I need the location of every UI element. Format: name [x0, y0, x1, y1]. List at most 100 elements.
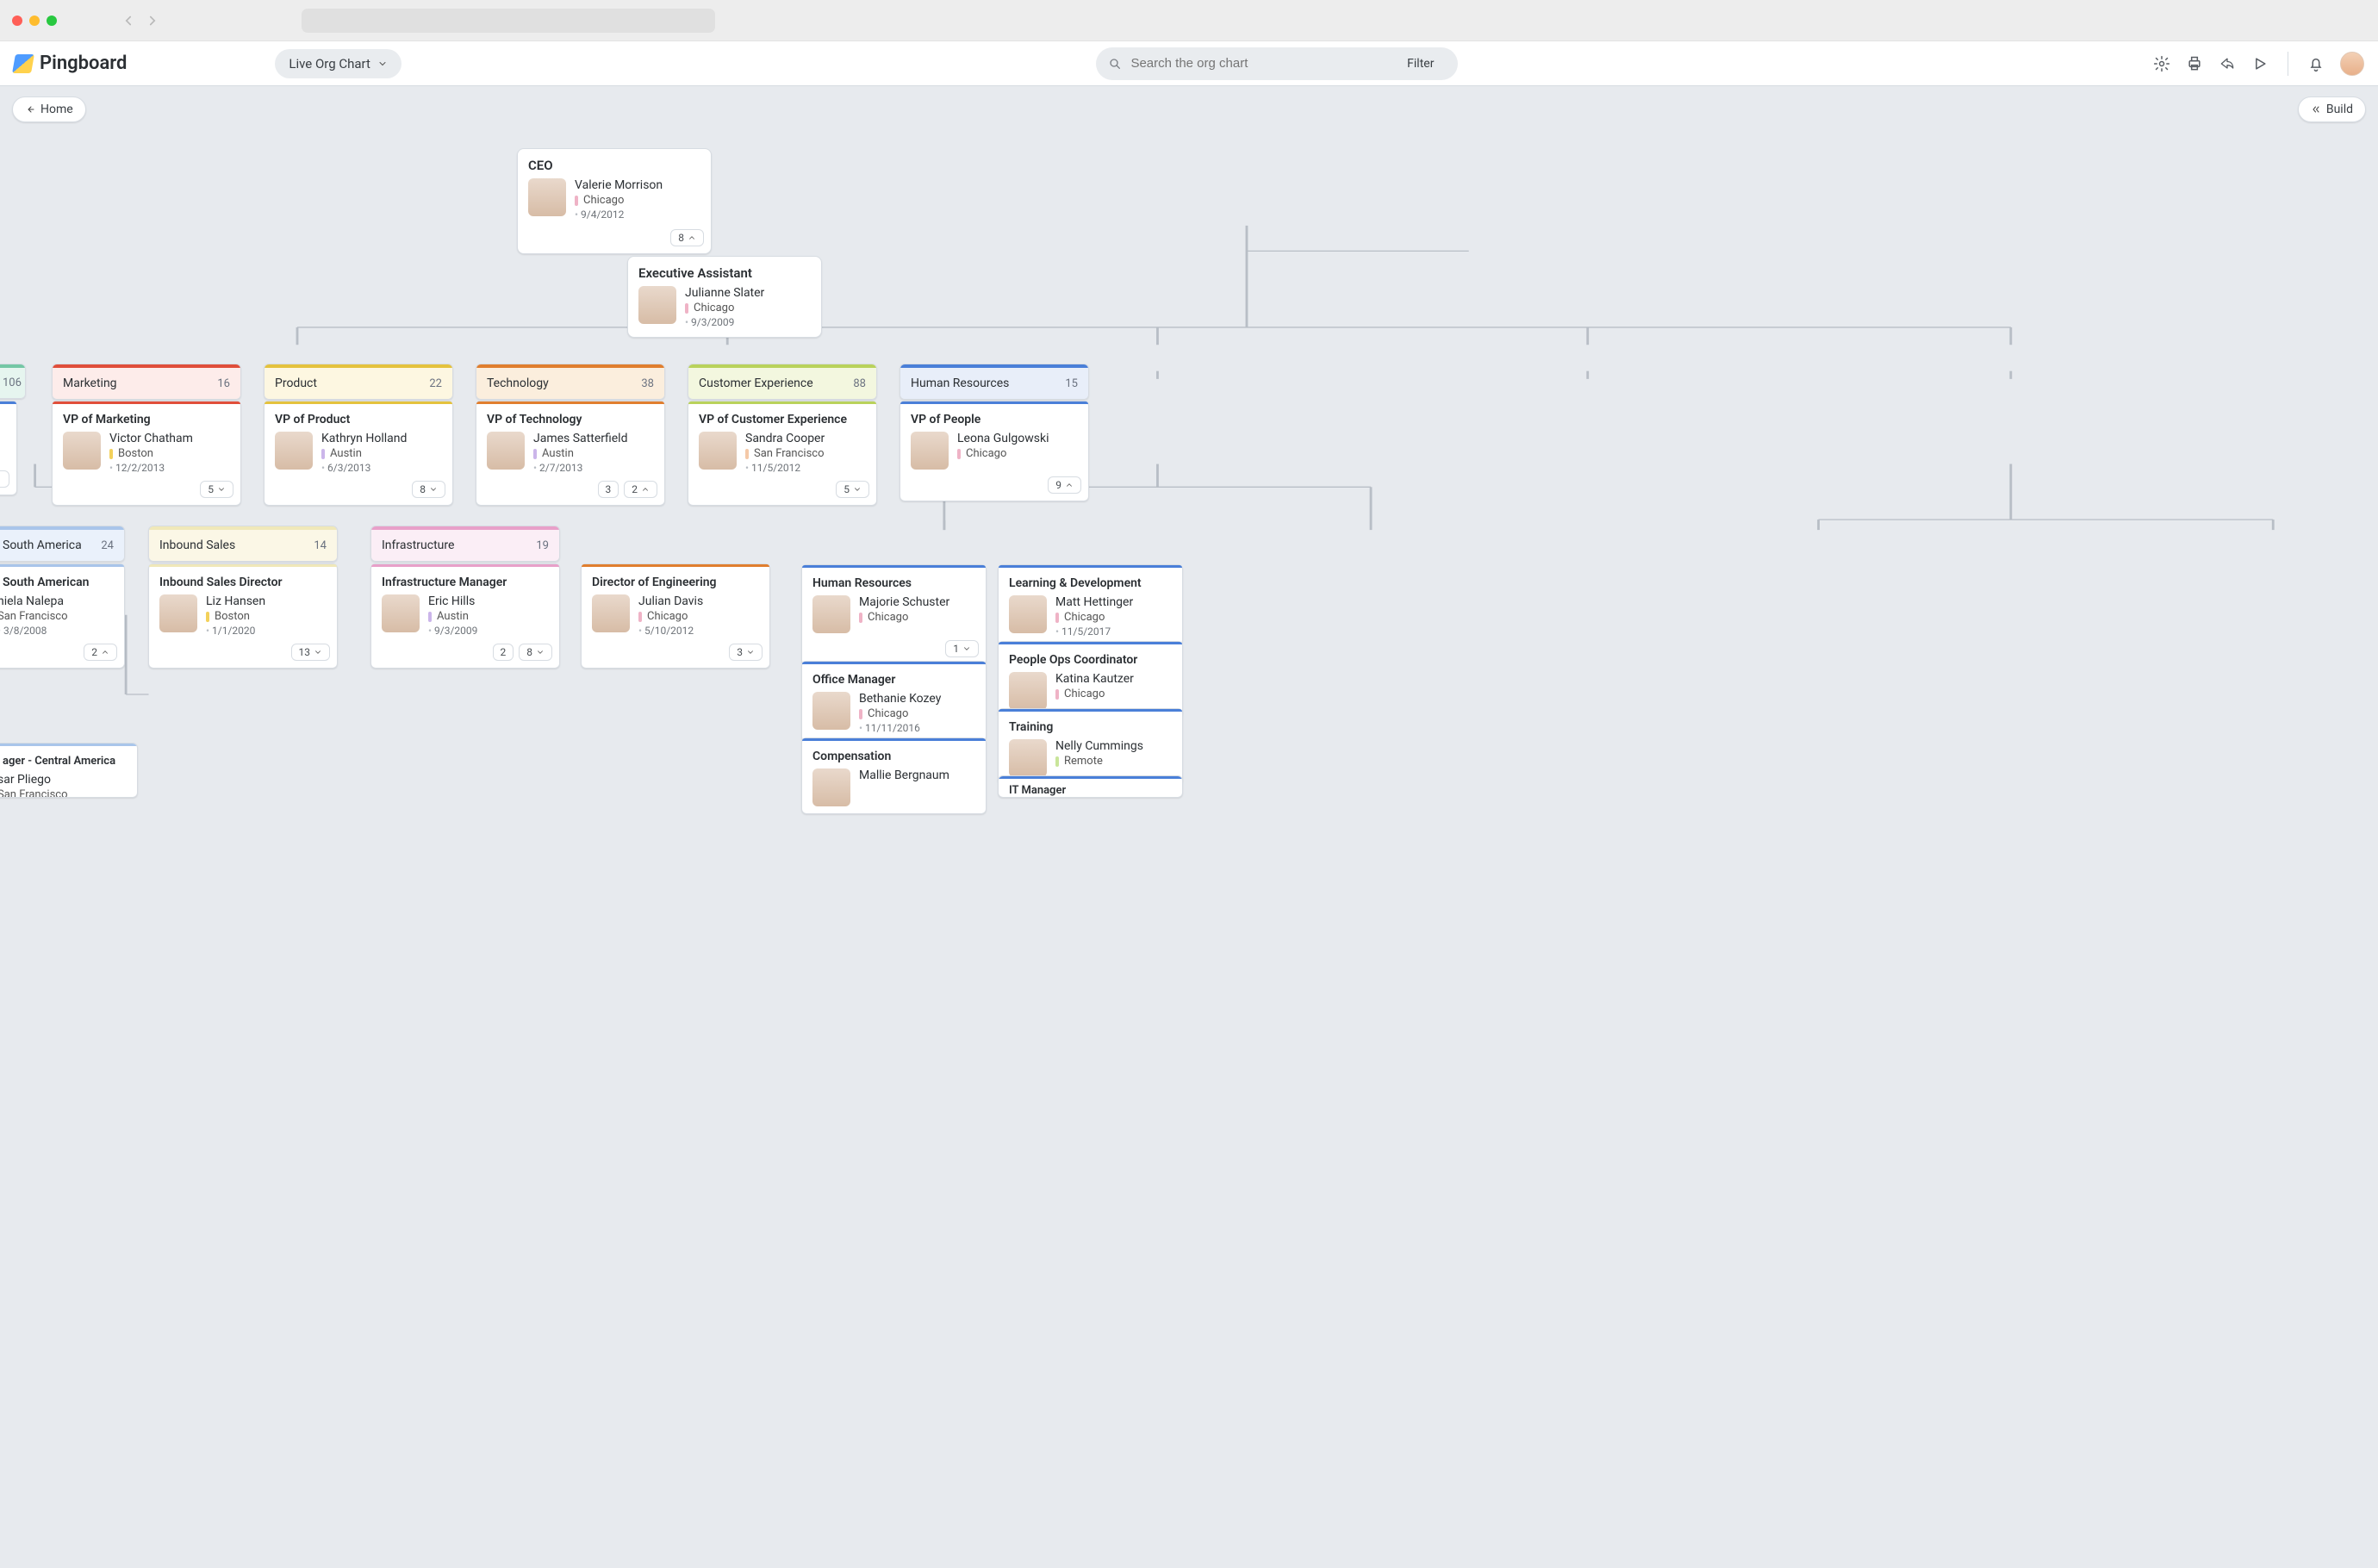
department-card-infrastructure[interactable]: Infrastructure19 — [370, 526, 560, 562]
person-card-vp-product[interactable]: VP of Product Kathryn Holland Austin 6/3… — [264, 401, 453, 506]
person-name: Matt Hettinger — [1055, 595, 1133, 609]
home-label: Home — [40, 103, 73, 116]
role-title: Infrastructure Manager — [371, 567, 559, 591]
gear-icon[interactable] — [2153, 55, 2170, 72]
orgchart-dropdown[interactable]: Live Org Chart — [275, 49, 402, 78]
person-card-dir-engineering[interactable]: Director of Engineering Julian Davis Chi… — [581, 563, 770, 669]
reports-toggle[interactable]: 5 — [200, 481, 233, 498]
orgchart-canvas[interactable]: CEO Valerie Morrison Chicago 9/4/2012 8 … — [0, 122, 2378, 837]
department-card-hr[interactable]: Human Resources 15 — [900, 364, 1089, 400]
brand[interactable]: Pingboard — [14, 53, 127, 74]
reports-toggle[interactable]: 3 — [729, 644, 763, 661]
person-card-vp-technology[interactable]: VP of Technology James Satterfield Austi… — [476, 401, 665, 506]
department-count: 24 — [101, 539, 114, 552]
person-location: Chicago — [966, 447, 1006, 460]
search-field[interactable]: Filter — [1096, 47, 1458, 80]
reports-toggle[interactable]: 1 — [945, 640, 979, 657]
reports-toggle[interactable]: 2 — [84, 644, 117, 661]
person-photo — [63, 432, 101, 470]
person-name: Eric Hills — [428, 594, 477, 608]
bell-icon[interactable] — [2307, 55, 2325, 72]
person-card-hr[interactable]: Human Resources Majorie Schuster Chicago… — [801, 564, 987, 665]
person-card-inbound-director[interactable]: Inbound Sales Director Liz Hansen Boston… — [148, 563, 338, 669]
role-title: Executive Assistant — [628, 257, 821, 283]
person-card-compensation[interactable]: Compensation Mallie Bergnaum — [801, 737, 987, 814]
department-count: 16 — [217, 377, 230, 390]
print-icon[interactable] — [2186, 55, 2203, 72]
department-count: 106 — [3, 376, 22, 389]
person-name: Katina Kautzer — [1055, 672, 1134, 686]
person-photo — [911, 432, 949, 470]
reports-toggle[interactable]: 4 — [0, 470, 9, 488]
reports-count: 13 — [299, 646, 311, 658]
play-icon[interactable] — [2251, 55, 2269, 72]
department-label: Human Resources — [911, 376, 1009, 390]
reports-toggle[interactable]: 2 — [624, 481, 657, 498]
person-card-learning-dev[interactable]: Learning & Development Matt Hettinger Ch… — [998, 564, 1183, 645]
reports-toggle[interactable]: 13 — [291, 644, 331, 661]
department-card-edge[interactable]: 106 — [0, 364, 26, 399]
extra-count[interactable]: 3 — [598, 481, 619, 498]
person-card-it-manager[interactable]: IT Manager — [998, 775, 1183, 798]
forward-icon[interactable] — [145, 13, 160, 28]
search-input[interactable] — [1125, 56, 1404, 71]
person-date: 6/3/2013 — [321, 462, 407, 474]
person-photo — [275, 432, 313, 470]
user-avatar[interactable] — [2340, 52, 2364, 76]
person-card-edge[interactable]: 4 — [0, 401, 17, 495]
person-card-central-america[interactable]: ager - Central America sar Pliego San Fr… — [0, 743, 138, 798]
person-photo — [699, 432, 737, 470]
chevron-down-icon — [429, 485, 438, 494]
reports-toggle[interactable]: 8 — [412, 481, 445, 498]
department-card-product[interactable]: Product 22 — [264, 364, 453, 400]
chevron-up-icon — [641, 485, 650, 494]
share-icon[interactable] — [2219, 55, 2236, 72]
department-card-inbound[interactable]: Inbound Sales14 — [148, 526, 338, 562]
person-location: Chicago — [583, 194, 624, 207]
home-button[interactable]: Home — [12, 96, 86, 122]
department-count: 22 — [429, 377, 442, 390]
reports-toggle[interactable]: 5 — [836, 481, 869, 498]
person-card-assistant[interactable]: Executive Assistant Julianne Slater Chic… — [627, 256, 822, 338]
filter-button[interactable]: Filter — [1404, 57, 1451, 71]
person-card-infra-manager[interactable]: Infrastructure Manager Eric Hills Austin… — [370, 563, 560, 669]
department-card-technology[interactable]: Technology38 — [476, 364, 665, 400]
maximize-window[interactable] — [47, 16, 57, 26]
person-card-vp-cx[interactable]: VP of Customer Experience Sandra Cooper … — [688, 401, 877, 506]
person-date: 9/3/2009 — [685, 316, 764, 328]
person-card-vp-marketing[interactable]: VP of Marketing Victor Chatham Boston 12… — [52, 401, 241, 506]
close-window[interactable] — [12, 16, 22, 26]
person-location: Boston — [215, 610, 250, 623]
department-label: Technology — [487, 376, 549, 390]
minimize-window[interactable] — [29, 16, 40, 26]
person-location: Chicago — [647, 610, 688, 623]
person-location: Chicago — [868, 707, 908, 720]
role-title: CEO — [518, 149, 711, 175]
person-name: Nelly Cummings — [1055, 739, 1143, 753]
department-card-cx[interactable]: Customer Experience88 — [688, 364, 877, 400]
extra-count[interactable]: 2 — [493, 644, 514, 661]
search-icon — [1108, 57, 1122, 71]
person-card-ceo[interactable]: CEO Valerie Morrison Chicago 9/4/2012 8 — [517, 148, 712, 254]
back-icon[interactable] — [121, 13, 136, 28]
reports-toggle[interactable]: 8 — [519, 644, 552, 661]
address-bar[interactable] — [302, 9, 715, 33]
department-count: 15 — [1065, 377, 1078, 390]
role-title: Inbound Sales Director — [149, 567, 337, 591]
person-date: 1/1/2020 — [206, 625, 265, 637]
person-card-office-manager[interactable]: Office Manager Bethanie Kozey Chicago 11… — [801, 661, 987, 742]
reports-toggle[interactable]: 9 — [1048, 476, 1081, 494]
build-button[interactable]: Build — [2298, 96, 2366, 122]
department-label: Product — [275, 376, 317, 390]
reports-toggle[interactable]: 8 — [670, 229, 704, 246]
department-card-south-america[interactable]: South America24 — [0, 526, 125, 562]
person-card-south-american[interactable]: South American niela Nalepa San Francisc… — [0, 563, 125, 669]
person-name: sar Pliego — [0, 773, 68, 787]
person-name: Bethanie Kozey — [859, 692, 941, 706]
person-card-training[interactable]: Training Nelly Cummings Remote — [998, 708, 1183, 785]
person-card-people-ops[interactable]: People Ops Coordinator Katina Kautzer Ch… — [998, 641, 1183, 718]
department-card-marketing[interactable]: Marketing16 — [52, 364, 241, 400]
person-date: 3/8/2008 — [0, 625, 68, 637]
filter-label: Filter — [1407, 57, 1434, 71]
person-card-vp-people[interactable]: VP of People Leona Gulgowski Chicago 9 — [900, 401, 1089, 501]
